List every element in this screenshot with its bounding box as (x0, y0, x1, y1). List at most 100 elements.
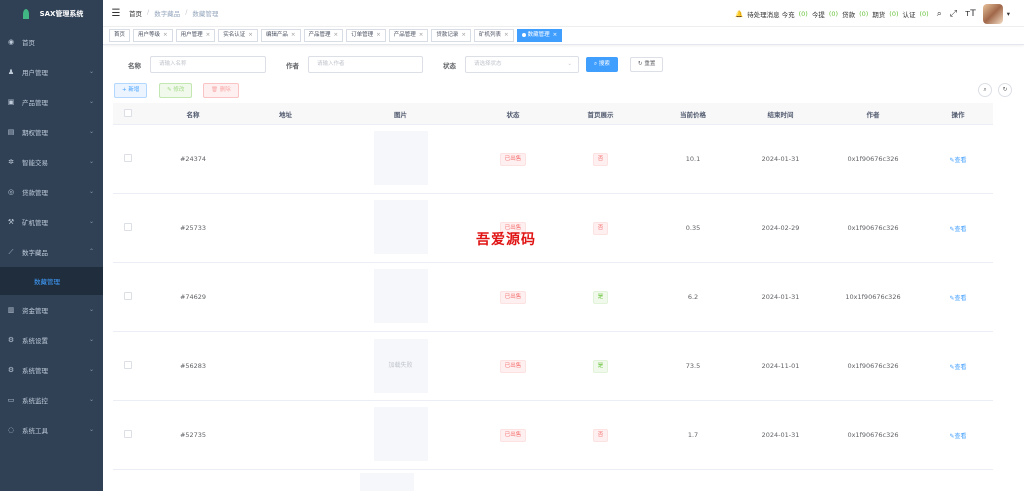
logo[interactable]: SAX管理系统 (0, 0, 103, 27)
sidebar-item[interactable]: ⚙ 系统管理 ⌄ (0, 355, 103, 385)
avatar[interactable] (982, 4, 1003, 24)
caret-down-icon[interactable]: ▾ (1007, 10, 1010, 18)
add-button-label: 新增 (128, 87, 140, 93)
tab-item[interactable]: 矿机列表 × (474, 29, 514, 42)
row-checkbox[interactable] (124, 292, 132, 300)
search-icon[interactable]: ⌕ (937, 9, 942, 19)
sidebar-item[interactable]: ✲ 智能交易 ⌄ (0, 147, 103, 177)
sidebar-item[interactable]: ▭ 系统监控 ⌄ (0, 385, 103, 415)
breadcrumb-home[interactable]: 首页 (129, 8, 142, 18)
header-actions: 操作 (951, 110, 965, 119)
view-link[interactable]: ✎查看 (949, 364, 966, 371)
select-all-checkbox[interactable] (124, 108, 132, 117)
close-icon[interactable]: × (461, 32, 466, 38)
row-checkbox[interactable] (124, 223, 132, 231)
tab-item[interactable]: 首页 (109, 29, 131, 42)
font-size-icon[interactable]: ᴛT (965, 9, 976, 19)
tab-item[interactable]: 实名认证 × (218, 29, 258, 42)
sidebar-item[interactable]: ♟ 用户管理 ⌄ (0, 57, 103, 87)
refresh-button[interactable]: ↻ (998, 83, 1012, 97)
view-link-label: 查看 (954, 363, 967, 371)
loan-label[interactable]: 贷款 (842, 9, 855, 19)
tab-item[interactable]: 贷款记录 × (431, 29, 472, 42)
cell-end-time: 2024-11-01 (761, 362, 800, 370)
kyc-label[interactable]: 认证 (903, 9, 916, 19)
nft-image (373, 131, 428, 185)
fullscreen-icon[interactable]: ⤢ (950, 9, 957, 19)
cell-author: 10x1f90676c326 (845, 293, 901, 301)
sidebar-item-label: 首页 (22, 39, 35, 47)
reset-button[interactable]: ↻ 重置 (630, 57, 664, 72)
tags-view: 首页 用户等级 × 用户管理 × 实名认证 × 编辑产品 × 产品管理 × 订单管理 × 产品管理 × 贷款记… (103, 27, 1024, 45)
sidebar-item[interactable]: ▤ 期权管理 ⌄ (0, 117, 103, 147)
sidebar-item[interactable]: ◎ 贷款管理 ⌄ (0, 177, 103, 207)
tab-item[interactable]: 用户等级 × (133, 29, 173, 42)
chevron-down-icon: ⌄ (88, 188, 94, 195)
breadcrumb-nft[interactable]: 数字藏品 (154, 8, 180, 18)
author-input[interactable]: 请输入作者 (308, 56, 423, 73)
sidebar-item[interactable]: ⚒ 矿机管理 ⌄ (0, 207, 103, 237)
header-address: 地址 (279, 110, 292, 119)
cell-name: #24374 (179, 155, 207, 163)
reset-button-label: 重置 (644, 61, 656, 67)
view-link[interactable]: ✎查看 (949, 157, 966, 164)
chevron-down-icon: ⌄ (88, 426, 94, 433)
kyc-count[interactable]: (0) (920, 10, 929, 18)
close-icon[interactable]: × (248, 32, 253, 38)
view-link[interactable]: ✎查看 (949, 226, 966, 233)
tab-item[interactable]: 订单管理 × (346, 29, 386, 42)
close-icon[interactable]: × (291, 32, 296, 38)
cell-author: 0x1f90676c326 (847, 155, 899, 163)
delete-button[interactable]: 🗑 删除 (203, 83, 239, 98)
bell-icon[interactable]: 🔔 (735, 10, 743, 18)
search-button[interactable]: ⌕ 搜索 (586, 57, 618, 72)
hamburger-icon[interactable]: ☰ (103, 8, 129, 19)
row-checkbox[interactable] (124, 430, 132, 438)
nft-image: 加载失败 (373, 339, 428, 393)
withdraw-count[interactable]: (0) (829, 10, 838, 18)
close-icon[interactable]: × (163, 32, 168, 38)
close-icon[interactable]: × (504, 32, 509, 38)
tab-label: 用户管理 (180, 32, 203, 38)
row-image-partial (360, 473, 414, 491)
name-input[interactable]: 请输入名称 (150, 56, 266, 73)
status-badge: 已出售 (499, 359, 527, 373)
tab-item[interactable]: 数藏管理 × (516, 29, 563, 42)
view-link[interactable]: ✎查看 (949, 295, 966, 302)
tab-item[interactable]: 编辑产品 × (260, 29, 301, 42)
sidebar-item[interactable]: ▣ 产品管理 ⌄ (0, 87, 103, 117)
pending-label[interactable]: 待处理消息 今充 (747, 9, 795, 19)
tab-label: 编辑产品 (265, 32, 288, 38)
loan-count[interactable]: (0) (859, 10, 868, 18)
cell-status: 已出售 (473, 428, 553, 442)
view-link[interactable]: ✎查看 (949, 433, 966, 440)
tab-item[interactable]: 产品管理 × (303, 29, 344, 42)
sidebar-item[interactable]: 数藏管理 (0, 267, 103, 295)
futures-label[interactable]: 期货 (872, 9, 885, 19)
futures-count[interactable]: (0) (889, 10, 898, 18)
close-icon[interactable]: × (376, 32, 381, 38)
sidebar-item[interactable]: ◉ 首页 (0, 27, 103, 57)
breadcrumb-current: 数藏管理 (192, 10, 219, 18)
sidebar-item[interactable]: ⟋ 数字藏品 ⌃ (0, 237, 103, 267)
close-icon[interactable]: × (206, 32, 211, 38)
cell-actions: ✎查看 (923, 431, 993, 440)
cell-home: 否 (553, 428, 648, 442)
tab-item[interactable]: 用户管理 × (175, 29, 216, 42)
table-row: #74629 已出售 是 6.2 2024-01-31 10x1f90676c326 ✎查看 (113, 263, 993, 332)
sidebar-item[interactable]: ◌ 系统工具 ⌄ (0, 415, 103, 445)
sidebar-item[interactable]: ▥ 资金管理 ⌄ (0, 295, 103, 325)
sidebar-item[interactable]: ⚙ 系统设置 ⌄ (0, 325, 103, 355)
close-icon[interactable]: × (419, 32, 424, 38)
tab-item[interactable]: 产品管理 × (388, 29, 429, 42)
edit-button[interactable]: ✎ 修改 (159, 83, 193, 98)
row-checkbox[interactable] (124, 154, 132, 162)
close-icon[interactable]: × (334, 32, 339, 38)
close-icon[interactable]: × (553, 32, 558, 38)
recharge-count[interactable]: (0) (799, 10, 808, 18)
withdraw-label[interactable]: 今提 (812, 9, 825, 19)
toggle-search-button[interactable]: ⌕ (978, 83, 992, 97)
status-select[interactable]: 请选择状态 ⌄ (465, 56, 579, 73)
add-button[interactable]: + 新增 (114, 83, 148, 98)
row-checkbox[interactable] (124, 361, 132, 369)
